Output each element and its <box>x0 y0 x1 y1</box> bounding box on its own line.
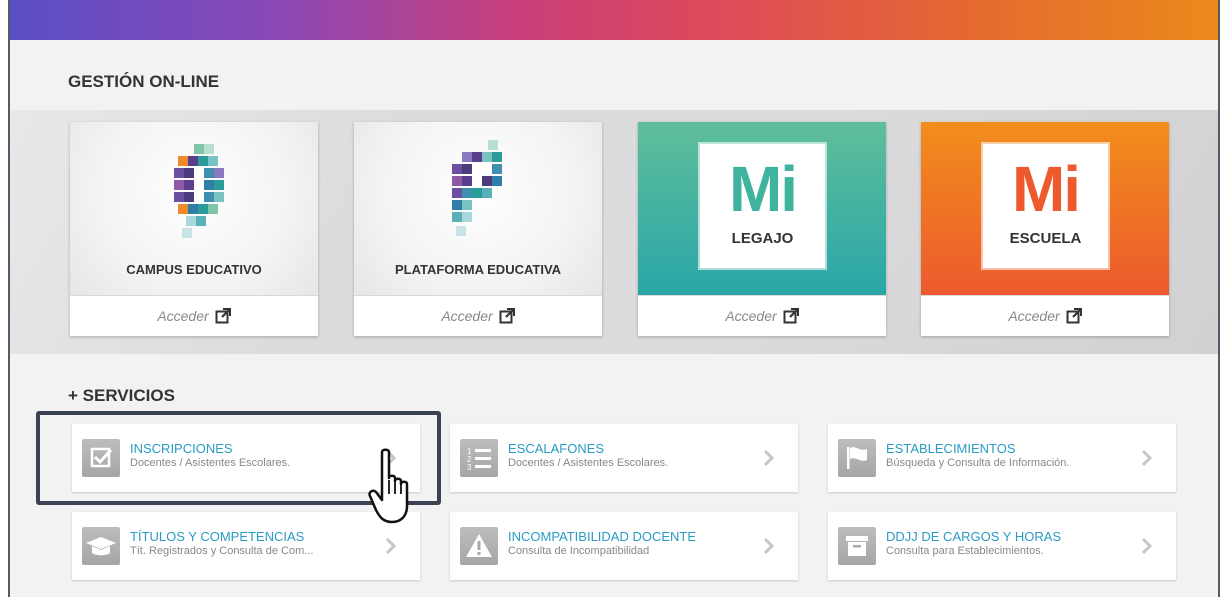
card-plataforma-educativa[interactable]: PLATAFORMA EDUCATIVA Acceder <box>354 122 602 336</box>
service-title: DDJJ DE CARGOS Y HORAS <box>886 529 1062 544</box>
card-art: PLATAFORMA EDUCATIVA <box>354 122 602 295</box>
graduation-cap-icon <box>82 527 120 565</box>
plataforma-logo-icon <box>452 140 502 236</box>
mi-logo-text: Mi <box>1011 153 1081 225</box>
mi-logo-subtitle: LEGAJO <box>731 230 794 247</box>
service-title: TÍTULOS Y COMPETENCIAS <box>130 529 305 544</box>
online-section-title: GESTIÓN ON-LINE <box>68 72 220 91</box>
access-link[interactable]: Acceder <box>70 295 318 336</box>
warning-icon <box>460 527 498 565</box>
chevron-right-icon <box>763 449 775 467</box>
chevron-right-icon <box>1141 537 1153 555</box>
card-art: Mi LEGAJO <box>638 122 886 295</box>
service-title: ESCALAFONES <box>508 441 605 456</box>
access-text: Acceder <box>441 308 493 324</box>
card-art: CAMPUS EDUCATIVO <box>70 122 318 295</box>
archive-box-icon <box>838 527 876 565</box>
service-subtitle: Consulta para Establecimientos. <box>886 545 1044 557</box>
access-link[interactable]: Acceder <box>638 295 886 336</box>
chevron-right-icon <box>1141 449 1153 467</box>
access-text: Acceder <box>157 308 209 324</box>
mi-escuela-logo: Mi ESCUELA <box>983 144 1108 268</box>
service-subtitle: Consulta de Incompatibilidad <box>508 545 650 557</box>
card-campus-educativo[interactable]: CAMPUS EDUCATIVO Acceder <box>70 122 318 336</box>
service-incompatibilidad-docente[interactable]: INCOMPATIBILIDAD DOCENTE Consulta de Inc… <box>450 512 798 580</box>
service-establecimientos[interactable]: ESTABLECIMIENTOS Búsqueda y Consulta de … <box>828 424 1176 492</box>
page-frame: GESTIÓN ON-LINE CAMPUS EDUCATIVO Acceder… <box>8 0 1220 597</box>
flag-icon <box>838 439 876 477</box>
service-title: INCOMPATIBILIDAD DOCENTE <box>508 529 697 544</box>
top-gradient-bar <box>10 0 1218 40</box>
service-escalafones[interactable]: 1 2 3 ESCALAFONES Docentes / Asistentes … <box>450 424 798 492</box>
chevron-right-icon <box>763 537 775 555</box>
hand-pointer-icon <box>368 448 409 524</box>
campus-logo-icon <box>174 144 224 238</box>
service-subtitle: Docentes / Asistentes Escolares. <box>508 457 669 469</box>
service-title: ESTABLECIMIENTOS <box>886 441 1016 456</box>
card-mi-legajo[interactable]: Mi LEGAJO Acceder <box>638 122 886 336</box>
access-text: Acceder <box>1008 308 1060 324</box>
access-link[interactable]: Acceder <box>921 295 1169 336</box>
card-label: CAMPUS EDUCATIVO <box>126 262 262 277</box>
service-subtitle: Búsqueda y Consulta de Información. <box>886 457 1070 469</box>
svg-text:3: 3 <box>467 463 472 472</box>
card-art: Mi ESCUELA <box>921 122 1169 295</box>
service-ddjj-cargos-horas[interactable]: DDJJ DE CARGOS Y HORAS Consulta para Est… <box>828 512 1176 580</box>
mi-logo-text: Mi <box>728 153 798 225</box>
card-mi-escuela[interactable]: Mi ESCUELA Acceder <box>921 122 1169 336</box>
mi-logo-subtitle: ESCUELA <box>1009 230 1082 247</box>
numbered-list-icon: 1 2 3 <box>460 439 498 477</box>
access-link[interactable]: Acceder <box>354 295 602 336</box>
external-link-icon <box>499 308 515 324</box>
mi-legajo-logo: Mi LEGAJO <box>700 144 825 268</box>
card-label: PLATAFORMA EDUCATIVA <box>394 262 562 277</box>
external-link-icon <box>1066 308 1082 324</box>
external-link-icon <box>783 308 799 324</box>
access-text: Acceder <box>725 308 777 324</box>
external-link-icon <box>215 308 231 324</box>
service-subtitle: Tít. Registrados y Consulta de Com... <box>130 545 314 557</box>
services-section-title: + SERVICIOS <box>68 386 175 405</box>
